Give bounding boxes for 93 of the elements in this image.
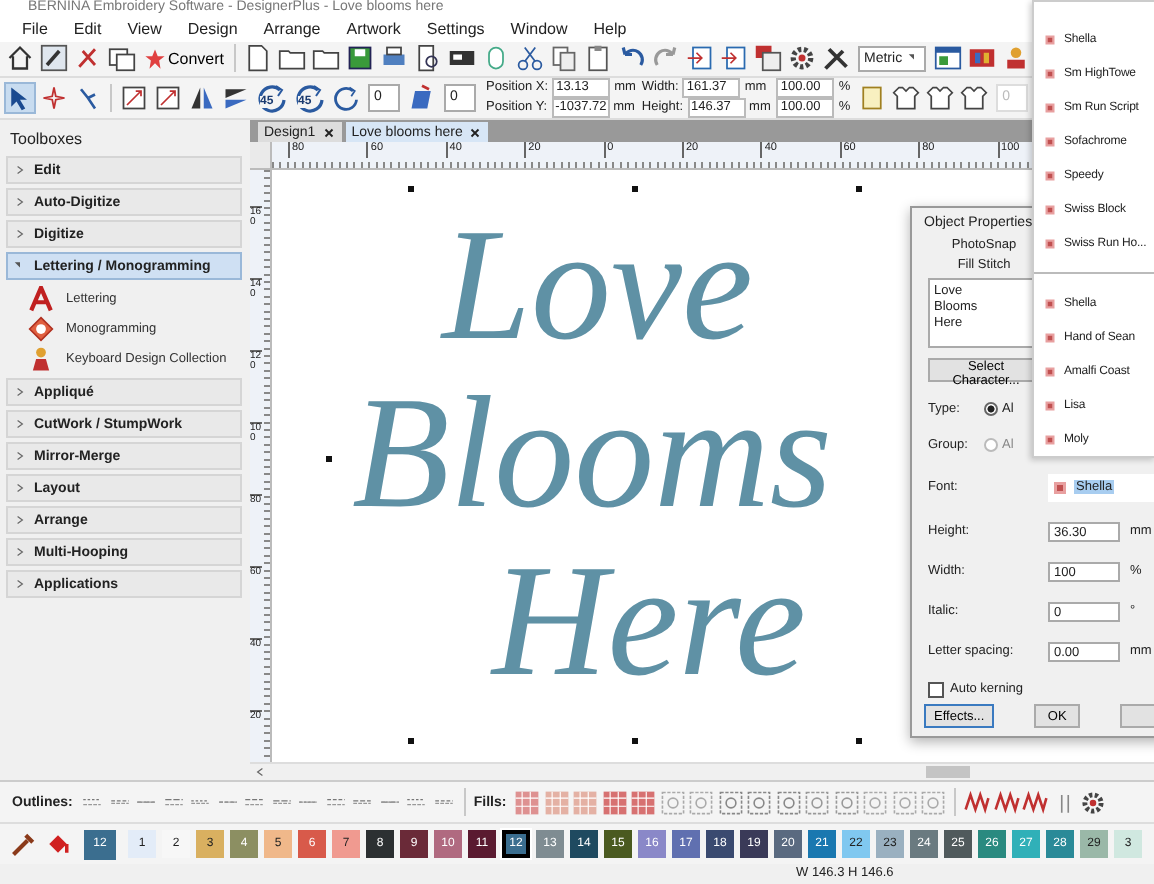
film-icon[interactable] bbox=[968, 44, 997, 73]
shirt-icon[interactable] bbox=[960, 83, 989, 112]
embroidered-lettering: Here bbox=[492, 538, 806, 707]
collapsed-caret-icon bbox=[14, 386, 26, 399]
panel-title: Toolboxes bbox=[8, 128, 85, 153]
menu-item[interactable]: View bbox=[125, 19, 164, 38]
close-icon bbox=[321, 125, 336, 140]
fill-pattern-icon[interactable] bbox=[746, 789, 773, 816]
close-icon bbox=[468, 125, 483, 140]
font-icon bbox=[1044, 365, 1056, 377]
font-icon bbox=[1044, 169, 1056, 181]
sparkle-icon[interactable] bbox=[40, 83, 68, 112]
fill-pattern-icon[interactable] bbox=[717, 789, 744, 816]
checkbox[interactable] bbox=[928, 681, 944, 698]
font-icon bbox=[1044, 33, 1056, 45]
menu-item[interactable]: Edit bbox=[71, 19, 104, 38]
collapsed-caret-icon bbox=[14, 578, 26, 591]
shirt-icon[interactable] bbox=[892, 83, 921, 112]
menu-item[interactable]: File bbox=[20, 19, 50, 38]
paste-icon[interactable] bbox=[584, 44, 613, 73]
menu-item[interactable]: Settings bbox=[424, 19, 487, 38]
selection-handle[interactable] bbox=[408, 186, 414, 193]
rotate-arrow-icon bbox=[256, 81, 288, 114]
home-icon[interactable] bbox=[6, 44, 34, 73]
import-icon[interactable] bbox=[720, 44, 749, 73]
convert-button[interactable]: Convert bbox=[140, 47, 229, 70]
print-preview-icon[interactable] bbox=[414, 44, 443, 73]
font-icon bbox=[1044, 135, 1056, 147]
import-icon[interactable] bbox=[686, 44, 715, 73]
font-icon bbox=[1044, 237, 1056, 249]
gear-icon[interactable] bbox=[788, 44, 817, 73]
collapsed-caret-icon bbox=[14, 546, 26, 559]
scissors-icon[interactable] bbox=[516, 44, 545, 73]
expanded-caret-icon bbox=[14, 260, 26, 273]
shirt-icon[interactable] bbox=[926, 83, 955, 112]
selection-handle[interactable] bbox=[408, 738, 414, 745]
scroll-left-icon[interactable] bbox=[254, 766, 266, 779]
paint-bucket-icon[interactable] bbox=[44, 830, 72, 859]
copy-icon[interactable] bbox=[550, 44, 579, 73]
font-icon bbox=[1044, 433, 1056, 445]
windows-icon[interactable] bbox=[108, 44, 136, 73]
crossed-lines-icon[interactable] bbox=[74, 44, 102, 73]
horizontal-scrollbar[interactable] bbox=[250, 762, 1154, 781]
eyedropper-icon[interactable] bbox=[10, 830, 38, 859]
stitch-effect-icon[interactable] bbox=[964, 789, 991, 816]
menu-item[interactable]: Window bbox=[508, 19, 570, 38]
rotate-icon[interactable] bbox=[332, 83, 360, 112]
mirror-icon[interactable] bbox=[222, 83, 250, 112]
stitch-effect-icon[interactable] bbox=[1022, 789, 1049, 816]
fill-pattern-icon[interactable] bbox=[833, 789, 860, 816]
font-icon bbox=[1044, 203, 1056, 215]
embroidered-lettering: Love bbox=[442, 202, 754, 371]
save-icon[interactable] bbox=[346, 44, 375, 73]
resize-icon[interactable] bbox=[154, 83, 182, 112]
rotate-arrow-icon bbox=[294, 81, 326, 114]
stamp-icon[interactable] bbox=[1002, 44, 1031, 73]
star-icon bbox=[144, 47, 166, 70]
stitch-effect-icon[interactable] bbox=[1080, 789, 1107, 816]
selection-handle[interactable] bbox=[632, 738, 638, 745]
selection-handle[interactable] bbox=[326, 456, 332, 463]
font-icon bbox=[1044, 101, 1056, 113]
font-icon bbox=[1044, 297, 1056, 309]
mirror-icon[interactable] bbox=[188, 83, 216, 112]
font-icon bbox=[1044, 67, 1056, 79]
menu-item[interactable]: Artwork bbox=[344, 19, 403, 38]
window-icon[interactable] bbox=[934, 44, 963, 73]
menu-item[interactable]: Design bbox=[185, 19, 240, 38]
letter-icon bbox=[28, 286, 54, 313]
menu-item[interactable]: Arrange bbox=[261, 19, 323, 38]
font-icon bbox=[1044, 331, 1056, 343]
selection-handle[interactable] bbox=[856, 738, 862, 745]
pencil-icon[interactable] bbox=[40, 44, 68, 73]
person-icon bbox=[28, 346, 54, 373]
collapsed-caret-icon bbox=[14, 514, 26, 527]
fill-pattern-icon[interactable] bbox=[804, 789, 831, 816]
collapsed-caret-icon bbox=[14, 482, 26, 495]
embroidered-lettering: Blooms bbox=[352, 370, 832, 539]
font-icon bbox=[1052, 479, 1068, 496]
collapsed-caret-icon bbox=[14, 228, 26, 241]
fill-pattern-icon[interactable] bbox=[775, 789, 802, 816]
collapsed-caret-icon bbox=[14, 196, 26, 209]
collapsed-caret-icon bbox=[14, 164, 26, 177]
resize-icon[interactable] bbox=[120, 83, 148, 112]
collapsed-caret-icon bbox=[14, 418, 26, 431]
selection-handle[interactable] bbox=[856, 186, 862, 193]
stitch-effect-icon[interactable] bbox=[993, 789, 1020, 816]
diamond-icon bbox=[28, 316, 54, 343]
collapsed-caret-icon bbox=[14, 450, 26, 463]
selection-handle[interactable] bbox=[632, 186, 638, 193]
scroll-thumb[interactable] bbox=[926, 766, 970, 779]
font-icon bbox=[1044, 399, 1056, 411]
skew-icon[interactable] bbox=[408, 83, 436, 112]
menu-item[interactable]: Help bbox=[591, 19, 629, 38]
